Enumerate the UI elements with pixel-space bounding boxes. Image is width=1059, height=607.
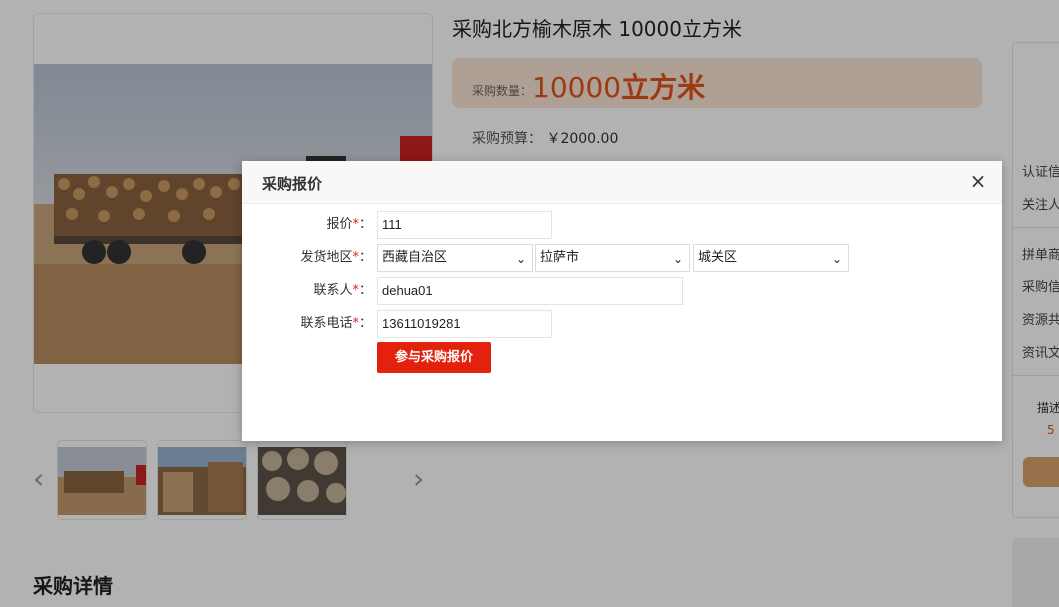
- price-input[interactable]: 111: [377, 211, 552, 239]
- quote-dialog: 采购报价 × 报价*： 111 发货地区*： 西藏自治区 ⌄ 拉萨市 ⌄ 城关区 ⌄ …: [242, 161, 1002, 441]
- dialog-header: 采购报价 ×: [242, 161, 1002, 204]
- phone-input[interactable]: 13611019281: [377, 310, 552, 338]
- submit-quote-button[interactable]: 参与采购报价: [377, 342, 491, 373]
- chevron-down-icon: ⌄: [672, 252, 683, 266]
- phone-label: 联系电话*：: [300, 316, 372, 331]
- price-label: 报价*：: [326, 217, 372, 232]
- chevron-down-icon: ⌄: [831, 252, 842, 266]
- city-select[interactable]: 拉萨市 ⌄: [535, 244, 690, 272]
- dialog-title: 采购报价: [262, 175, 323, 193]
- close-icon[interactable]: ×: [968, 171, 988, 191]
- province-select[interactable]: 西藏自治区 ⌄: [377, 244, 533, 272]
- district-select[interactable]: 城关区 ⌄: [693, 244, 849, 272]
- contact-input[interactable]: dehua01: [377, 277, 683, 305]
- region-label: 发货地区*：: [300, 250, 372, 265]
- contact-label: 联系人*：: [313, 283, 372, 298]
- chevron-down-icon: ⌄: [515, 252, 526, 266]
